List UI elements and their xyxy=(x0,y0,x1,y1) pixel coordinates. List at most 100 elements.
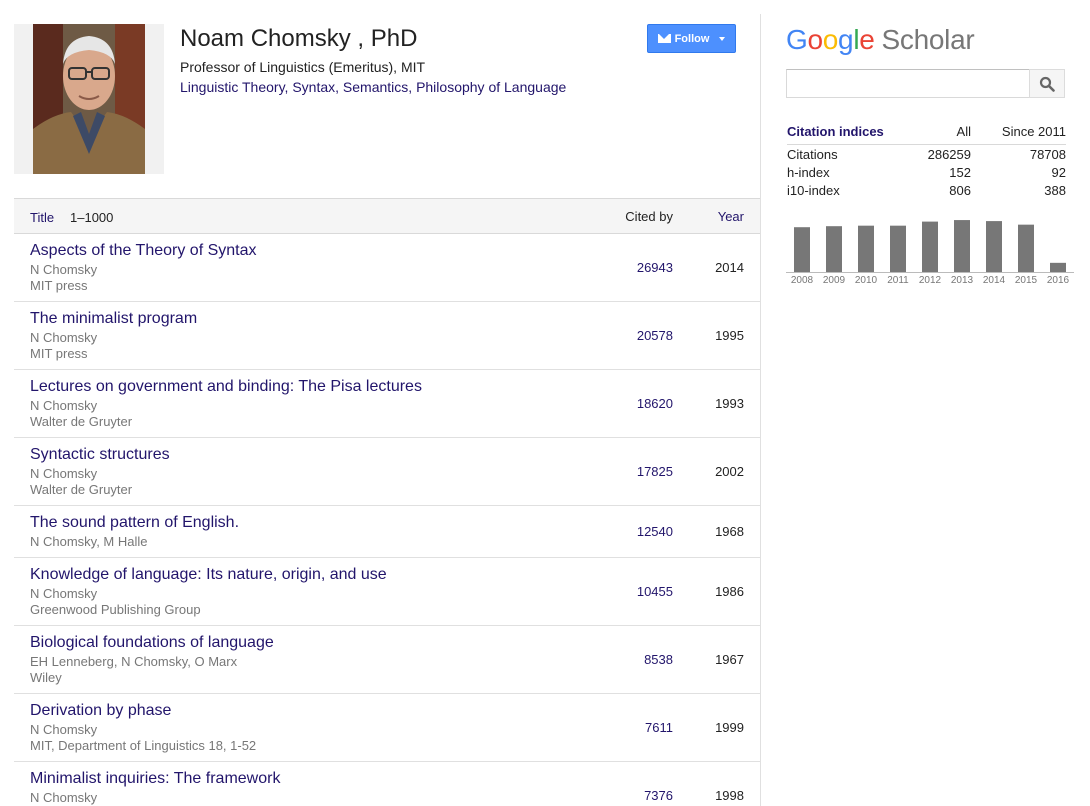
cited-by-link[interactable]: 12540 xyxy=(637,524,673,539)
chart-bar-2010[interactable] xyxy=(858,225,874,272)
metric-name: Citations xyxy=(787,147,838,162)
scholar-wordmark: Scholar xyxy=(881,24,975,55)
metric-all: 286259 xyxy=(927,147,971,162)
table-header: Title 1–1000 Cited by Year xyxy=(14,198,760,234)
follow-button[interactable]: Follow xyxy=(647,24,736,53)
citation-indices: Citation indices All Since 2011 Citation… xyxy=(787,124,1066,199)
citation-row-h-index: h-index 152 92 xyxy=(787,163,1066,181)
search-button[interactable] xyxy=(1029,69,1065,98)
publication-year: 1968 xyxy=(715,524,744,539)
publication-authors: N Chomsky xyxy=(30,398,98,413)
chart-tick-label: 2012 xyxy=(919,275,942,286)
metric-all: 152 xyxy=(949,165,971,180)
google-scholar-logo[interactable]: Google Scholar xyxy=(786,24,975,56)
metric-since: 78708 xyxy=(1029,147,1066,162)
cited-by-link[interactable]: 7611 xyxy=(645,720,673,735)
chart-bar-2014[interactable] xyxy=(986,221,1002,272)
chart-bar-2013[interactable] xyxy=(954,220,970,272)
profile-interests: Linguistic Theory, Syntax, Semantics, Ph… xyxy=(180,79,566,95)
publication-venue: MIT press xyxy=(30,278,88,293)
column-all: All xyxy=(956,124,971,139)
publication-title-link[interactable]: Biological foundations of language xyxy=(30,634,274,652)
publication-venue: Wiley xyxy=(30,670,62,685)
publications-table: Title 1–1000 Cited by Year Aspects of th… xyxy=(14,198,760,806)
publication-authors: N Chomsky xyxy=(30,722,98,737)
publication-title-link[interactable]: Aspects of the Theory of Syntax xyxy=(30,242,257,260)
cited-by-header: Cited by xyxy=(625,209,673,224)
google-letter: o xyxy=(807,24,823,55)
publication-title-link[interactable]: The sound pattern of English. xyxy=(30,514,239,532)
cited-by-link[interactable]: 17825 xyxy=(637,464,673,479)
google-letter: o xyxy=(822,24,839,55)
google-wordmark: Google xyxy=(786,24,875,55)
publication-venue: Walter de Gruyter xyxy=(30,482,133,497)
cited-by-link[interactable]: 10455 xyxy=(637,584,673,599)
table-row: Syntactic structures N Chomsky Walter de… xyxy=(14,438,760,506)
publication-venue: Greenwood Publishing Group xyxy=(30,602,201,617)
chart-bar-2009[interactable] xyxy=(826,226,842,272)
publication-title-link[interactable]: Lectures on government and binding: The … xyxy=(30,378,422,396)
publication-year: 2002 xyxy=(715,464,744,479)
publication-title-link[interactable]: Minimalist inquiries: The framework xyxy=(30,770,280,788)
metric-since: 388 xyxy=(1044,183,1066,198)
publication-title-link[interactable]: The minimalist program xyxy=(30,310,197,328)
google-letter: e xyxy=(859,24,875,55)
table-row: Minimalist inquiries: The framework N Ch… xyxy=(14,762,760,806)
publication-title-link[interactable]: Syntactic structures xyxy=(30,446,170,464)
publication-year: 2014 xyxy=(715,260,744,275)
cited-by-link[interactable]: 7376 xyxy=(644,788,673,803)
caret-down-icon xyxy=(719,36,726,41)
chart-tick-label: 2013 xyxy=(951,275,974,286)
cited-by-link[interactable]: 8538 xyxy=(644,652,673,667)
publication-venue: MIT press xyxy=(30,346,88,361)
table-row: The sound pattern of English. N Chomsky,… xyxy=(14,506,760,558)
publication-year: 1986 xyxy=(715,584,744,599)
publication-title-link[interactable]: Knowledge of language: Its nature, origi… xyxy=(30,566,387,584)
chart-bar-2015[interactable] xyxy=(1018,224,1034,272)
publication-venue: Walter de Gruyter xyxy=(30,414,133,429)
column-divider xyxy=(760,14,761,806)
search-bar xyxy=(786,69,1065,98)
chart-bar-2016[interactable] xyxy=(1050,262,1066,272)
publication-authors: N Chomsky xyxy=(30,586,98,601)
publication-year: 1999 xyxy=(715,720,744,735)
publication-title-link[interactable]: Derivation by phase xyxy=(30,702,171,720)
interest-link-philosophy-of-language[interactable]: Philosophy of Language xyxy=(416,79,566,95)
chart-bar-2008[interactable] xyxy=(794,227,810,272)
metric-all: 806 xyxy=(949,183,971,198)
citations-per-year-chart: 2008 2009 2010 2011 2012 2013 2014 2015 2016 xyxy=(786,220,1074,286)
chart-tick-label: 2011 xyxy=(887,275,909,286)
table-row: Derivation by phase N Chomsky MIT, Depar… xyxy=(14,694,760,762)
profile-photo-frame xyxy=(14,24,164,174)
publication-authors: N Chomsky xyxy=(30,262,98,277)
sort-by-title[interactable]: Title xyxy=(30,210,54,225)
interest-link-syntax[interactable]: Syntax xyxy=(292,79,335,95)
search-icon xyxy=(1039,76,1055,92)
cited-by-link[interactable]: 20578 xyxy=(637,328,673,343)
citation-header: Citation indices All Since 2011 xyxy=(787,124,1066,145)
interest-separator: , xyxy=(335,79,343,95)
table-row: Aspects of the Theory of Syntax N Chomsk… xyxy=(14,234,760,302)
publication-year: 1967 xyxy=(715,652,744,667)
interest-link-linguistic-theory[interactable]: Linguistic Theory xyxy=(180,79,285,95)
chart-bar-2011[interactable] xyxy=(890,225,906,272)
range-label: 1–1000 xyxy=(70,210,114,225)
follow-label: Follow xyxy=(674,32,710,45)
publication-venue: MIT, Department of Linguistics 18, 1-52 xyxy=(30,738,257,753)
table-row: The minimalist program N Chomsky MIT pre… xyxy=(14,302,760,370)
citation-row-i10-index: i10-index 806 388 xyxy=(787,181,1066,199)
cited-by-link[interactable]: 26943 xyxy=(637,260,673,275)
sort-by-year[interactable]: Year xyxy=(718,209,744,224)
profile-name: Noam Chomsky , PhD xyxy=(180,25,418,52)
search-input[interactable] xyxy=(786,69,1030,98)
cited-by-link[interactable]: 18620 xyxy=(637,396,673,411)
chart-bar-2012[interactable] xyxy=(922,221,938,272)
interest-link-semantics[interactable]: Semantics xyxy=(343,79,408,95)
interest-separator: , xyxy=(408,79,417,95)
chart-tick-label: 2010 xyxy=(855,275,878,286)
publication-year: 1993 xyxy=(715,396,744,411)
chart-tick-label: 2008 xyxy=(791,275,814,286)
table-row: Knowledge of language: Its nature, origi… xyxy=(14,558,760,626)
table-row: Biological foundations of language EH Le… xyxy=(14,626,760,694)
column-since: Since 2011 xyxy=(1001,124,1066,139)
